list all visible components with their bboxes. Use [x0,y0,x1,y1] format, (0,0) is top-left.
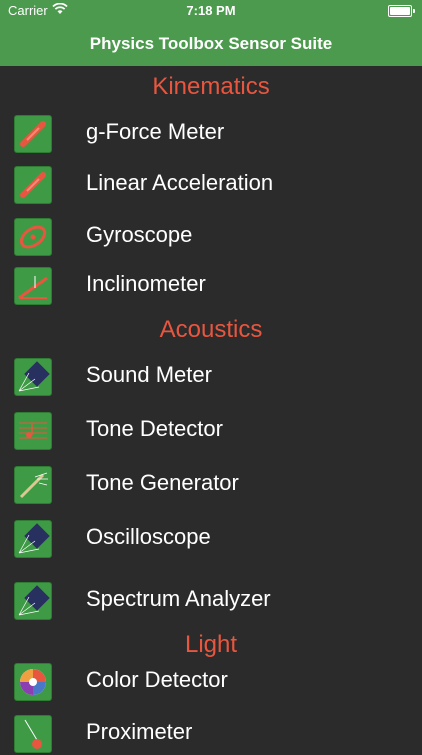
status-bar: Carrier 7:18 PM [0,0,422,22]
color-detector-icon [14,663,52,701]
list-item-spectrum-analyzer[interactable]: Spectrum Analyzer [0,578,422,622]
list-item-label: Sound Meter [86,362,212,387]
linear-acceleration-icon [14,166,52,204]
list-item-oscilloscope[interactable]: Oscilloscope [0,516,422,560]
inclinometer-icon [14,267,52,305]
list-item-label: Proximeter [86,719,193,744]
sound-meter-icon [14,358,52,396]
gyroscope-icon [14,218,52,256]
list-item-label: Spectrum Analyzer [86,586,271,611]
list-item-label: Linear Acceleration [86,170,274,195]
list-item-proximeter[interactable]: Proximeter [0,711,422,755]
proximeter-icon [14,715,52,753]
list-item-gyroscope[interactable]: Gyroscope [0,214,422,258]
section-header-acoustics: Acoustics [159,316,263,343]
section-header-kinematics: Kinematics [152,73,270,100]
list-item-label: Oscilloscope [86,524,211,549]
list-item-label: Color Detector [86,667,228,692]
battery-icon [388,5,415,17]
nav-bar: Physics Toolbox Sensor Suite [0,22,422,66]
spectrum-analyzer-icon [14,582,52,620]
list-item-sound-meter[interactable]: Sound Meter [0,354,422,398]
list-item-label: Gyroscope [86,222,193,247]
list-item-tone-detector[interactable]: Tone Detector [0,408,422,452]
list-item-g-force-meter[interactable]: g-Force Meter [0,111,422,155]
oscilloscope-icon [14,520,52,558]
accelerometer-icon [14,115,52,153]
section-header-light: Light [184,631,238,658]
list-item-label: g-Force Meter [86,119,225,144]
tone-generator-icon [14,466,52,504]
list-item-inclinometer[interactable]: Inclinometer [0,263,422,307]
list-item-color-detector[interactable]: Color Detector [0,659,422,703]
list-item-tone-generator[interactable]: Tone Generator [0,462,422,506]
list-item-label: Tone Generator [86,470,239,495]
list-item-label: Inclinometer [86,271,206,296]
list-item-label: Tone Detector [86,416,223,441]
list-item-linear-acceleration[interactable]: Linear Acceleration [0,162,422,206]
status-time: 7:18 PM [186,3,236,18]
nav-title: Physics Toolbox Sensor Suite [89,34,333,53]
tone-detector-icon [14,412,52,450]
